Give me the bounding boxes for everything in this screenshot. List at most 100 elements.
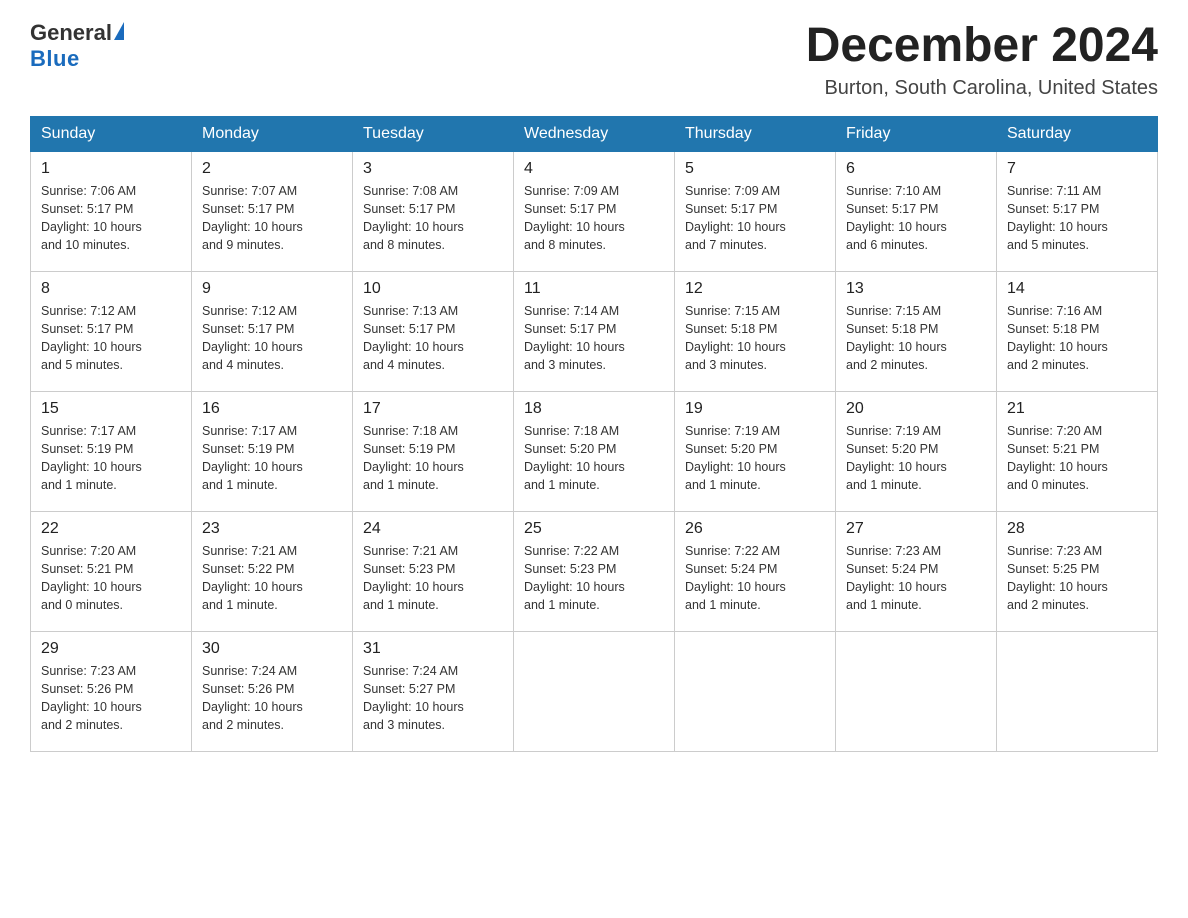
day-number: 13 [846,280,986,298]
header-monday: Monday [192,116,353,151]
day-info: Sunrise: 7:23 AMSunset: 5:26 PMDaylight:… [41,662,181,735]
day-number: 30 [202,640,342,658]
table-row: 10Sunrise: 7:13 AMSunset: 5:17 PMDayligh… [353,271,514,391]
table-row: 13 Sunrise: 7:15 AMSunset: 5:18 PMDayligh… [836,271,997,391]
table-row: 22 Sunrise: 7:20 AMSunset: 5:21 PMDayligh… [31,511,192,631]
header-friday: Friday [836,116,997,151]
day-info: Sunrise: 7:15 AMSunset: 5:18 PMDaylight:… [685,302,825,375]
day-number: 11 [524,280,664,298]
calendar-header-row: Sunday Monday Tuesday Wednesday Thursday… [31,116,1158,151]
table-row: 31 Sunrise: 7:24 AMSunset: 5:27 PMDayligh… [353,631,514,751]
month-year-title: December 2024 [806,20,1158,73]
table-row: 28 Sunrise: 7:23 AMSunset: 5:25 PMDayligh… [997,511,1158,631]
table-row: 16 Sunrise: 7:17 AMSunset: 5:19 PMDayligh… [192,391,353,511]
calendar-week-row: 29 Sunrise: 7:23 AMSunset: 5:26 PMDayligh… [31,631,1158,751]
day-number: 25 [524,520,664,538]
table-row: 18Sunrise: 7:18 AMSunset: 5:20 PMDayligh… [514,391,675,511]
table-row: 20Sunrise: 7:19 AMSunset: 5:20 PMDayligh… [836,391,997,511]
day-info: Sunrise: 7:21 AMSunset: 5:23 PMDaylight:… [363,542,503,615]
day-info: Sunrise: 7:15 AMSunset: 5:18 PMDaylight:… [846,302,986,375]
table-row: 1 Sunrise: 7:06 AMSunset: 5:17 PMDaylight… [31,151,192,271]
day-info: Sunrise: 7:12 AMSunset: 5:17 PMDaylight:… [41,302,181,375]
day-info: Sunrise: 7:20 AMSunset: 5:21 PMDaylight:… [41,542,181,615]
day-info: Sunrise: 7:18 AMSunset: 5:20 PMDaylight:… [524,422,664,495]
table-row: 24 Sunrise: 7:21 AMSunset: 5:23 PMDayligh… [353,511,514,631]
day-info: Sunrise: 7:21 AMSunset: 5:22 PMDaylight:… [202,542,342,615]
header-wednesday: Wednesday [514,116,675,151]
day-info: Sunrise: 7:18 AMSunset: 5:19 PMDaylight:… [363,422,503,495]
table-row: 5Sunrise: 7:09 AMSunset: 5:17 PMDaylight… [675,151,836,271]
day-info: Sunrise: 7:17 AMSunset: 5:19 PMDaylight:… [202,422,342,495]
day-info: Sunrise: 7:23 AMSunset: 5:25 PMDaylight:… [1007,542,1147,615]
table-row: 15 Sunrise: 7:17 AMSunset: 5:19 PMDayligh… [31,391,192,511]
table-row: 21Sunrise: 7:20 AMSunset: 5:21 PMDayligh… [997,391,1158,511]
header-sunday: Sunday [31,116,192,151]
day-info: Sunrise: 7:22 AMSunset: 5:23 PMDaylight:… [524,542,664,615]
header-tuesday: Tuesday [353,116,514,151]
day-number: 16 [202,400,342,418]
header-saturday: Saturday [997,116,1158,151]
day-info: Sunrise: 7:11 AMSunset: 5:17 PMDaylight:… [1007,182,1147,255]
day-number: 21 [1007,400,1147,418]
day-number: 22 [41,520,181,538]
calendar-week-row: 15 Sunrise: 7:17 AMSunset: 5:19 PMDayligh… [31,391,1158,511]
logo-blue-text: Blue [30,46,80,72]
table-row: 19 Sunrise: 7:19 AMSunset: 5:20 PMDayligh… [675,391,836,511]
table-row: 29 Sunrise: 7:23 AMSunset: 5:26 PMDayligh… [31,631,192,751]
day-info: Sunrise: 7:19 AMSunset: 5:20 PMDaylight:… [846,422,986,495]
location-subtitle: Burton, South Carolina, United States [806,77,1158,100]
day-info: Sunrise: 7:17 AMSunset: 5:19 PMDaylight:… [41,422,181,495]
day-info: Sunrise: 7:24 AMSunset: 5:26 PMDaylight:… [202,662,342,735]
day-number: 19 [685,400,825,418]
day-number: 3 [363,160,503,178]
day-number: 1 [41,160,181,178]
day-number: 24 [363,520,503,538]
day-number: 23 [202,520,342,538]
calendar-week-row: 1 Sunrise: 7:06 AMSunset: 5:17 PMDaylight… [31,151,1158,271]
header-thursday: Thursday [675,116,836,151]
table-row: 14 Sunrise: 7:16 AMSunset: 5:18 PMDayligh… [997,271,1158,391]
day-info: Sunrise: 7:24 AMSunset: 5:27 PMDaylight:… [363,662,503,735]
table-row: 27 Sunrise: 7:23 AMSunset: 5:24 PMDayligh… [836,511,997,631]
day-info: Sunrise: 7:07 AMSunset: 5:17 PMDaylight:… [202,182,342,255]
day-info: Sunrise: 7:19 AMSunset: 5:20 PMDaylight:… [685,422,825,495]
day-number: 4 [524,160,664,178]
day-number: 12 [685,280,825,298]
day-number: 14 [1007,280,1147,298]
day-info: Sunrise: 7:06 AMSunset: 5:17 PMDaylight:… [41,182,181,255]
day-number: 29 [41,640,181,658]
table-row: 25 Sunrise: 7:22 AMSunset: 5:23 PMDayligh… [514,511,675,631]
day-number: 2 [202,160,342,178]
table-row: 2 Sunrise: 7:07 AMSunset: 5:17 PMDaylight… [192,151,353,271]
table-row: 9Sunrise: 7:12 AMSunset: 5:17 PMDaylight… [192,271,353,391]
day-info: Sunrise: 7:23 AMSunset: 5:24 PMDaylight:… [846,542,986,615]
table-row: 4 Sunrise: 7:09 AMSunset: 5:17 PMDaylight… [514,151,675,271]
day-number: 17 [363,400,503,418]
day-info: Sunrise: 7:14 AMSunset: 5:17 PMDaylight:… [524,302,664,375]
day-number: 5 [685,160,825,178]
day-number: 6 [846,160,986,178]
calendar-week-row: 22 Sunrise: 7:20 AMSunset: 5:21 PMDayligh… [31,511,1158,631]
table-row: 11 Sunrise: 7:14 AMSunset: 5:17 PMDayligh… [514,271,675,391]
day-number: 15 [41,400,181,418]
day-info: Sunrise: 7:09 AMSunset: 5:17 PMDaylight:… [524,182,664,255]
table-row: 17 Sunrise: 7:18 AMSunset: 5:19 PMDayligh… [353,391,514,511]
table-row: 30 Sunrise: 7:24 AMSunset: 5:26 PMDayligh… [192,631,353,751]
logo-triangle-icon [114,22,124,40]
calendar-table: Sunday Monday Tuesday Wednesday Thursday… [30,116,1158,752]
day-info: Sunrise: 7:12 AMSunset: 5:17 PMDaylight:… [202,302,342,375]
day-info: Sunrise: 7:22 AMSunset: 5:24 PMDaylight:… [685,542,825,615]
day-info: Sunrise: 7:16 AMSunset: 5:18 PMDaylight:… [1007,302,1147,375]
title-area: December 2024 Burton, South Carolina, Un… [806,20,1158,100]
day-number: 27 [846,520,986,538]
day-info: Sunrise: 7:08 AMSunset: 5:17 PMDaylight:… [363,182,503,255]
day-number: 10 [363,280,503,298]
table-row: 23 Sunrise: 7:21 AMSunset: 5:22 PMDayligh… [192,511,353,631]
table-row: 8 Sunrise: 7:12 AMSunset: 5:17 PMDaylight… [31,271,192,391]
day-number: 28 [1007,520,1147,538]
table-row: 3 Sunrise: 7:08 AMSunset: 5:17 PMDaylight… [353,151,514,271]
day-number: 8 [41,280,181,298]
day-number: 31 [363,640,503,658]
logo: General Blue [30,20,124,72]
table-row [675,631,836,751]
